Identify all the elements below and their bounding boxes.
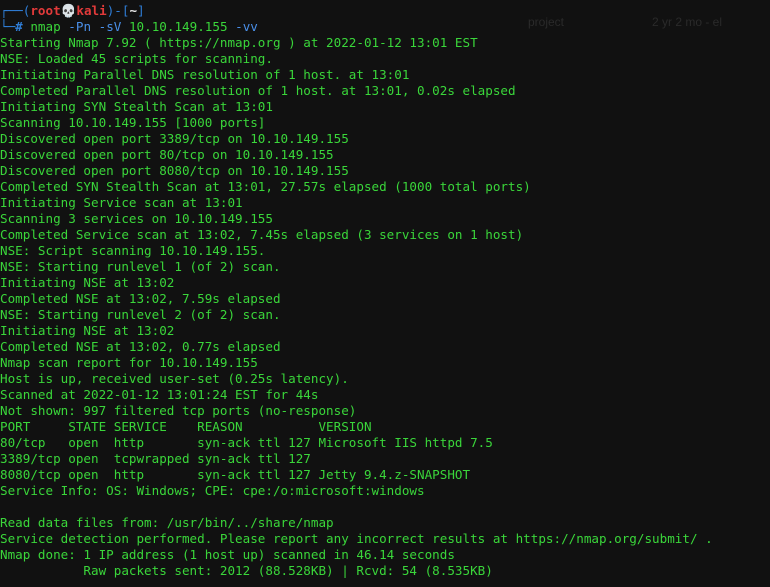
- output-line: Discovered open port 80/tcp on 10.10.149…: [0, 147, 334, 162]
- output-line: Service detection performed. Please repo…: [0, 531, 713, 546]
- command-name: nmap: [30, 19, 61, 34]
- output-line: 80/tcp open http syn-ack ttl 127 Microso…: [0, 435, 493, 450]
- prompt-frame-bottom: └─: [0, 19, 16, 34]
- prompt-hash: #: [15, 19, 31, 34]
- output-line: Initiating NSE at 13:02: [0, 275, 175, 290]
- command-line[interactable]: └─# nmap -Pn -sV 10.10.149.155 -vv: [0, 19, 770, 35]
- output-line: 8080/tcp open http syn-ack ttl 127 Jetty…: [0, 467, 471, 482]
- prompt-separator: )-[: [106, 3, 130, 18]
- skull-icon: 💀: [60, 3, 77, 18]
- output-line: NSE: Script scanning 10.10.149.155.: [0, 243, 266, 258]
- output-line: 3389/tcp open tcpwrapped syn-ack ttl 127: [0, 451, 311, 466]
- output-line: Nmap done: 1 IP address (1 host up) scan…: [0, 547, 455, 562]
- output-line: Discovered open port 8080/tcp on 10.10.1…: [0, 163, 349, 178]
- command-flag: -Pn: [68, 19, 92, 34]
- command-flag: -sV: [98, 19, 122, 34]
- output-line: NSE: Starting runlevel 1 (of 2) scan.: [0, 259, 281, 274]
- output-line: Scanning 3 services on 10.10.149.155: [0, 211, 273, 226]
- output-line: Nmap scan report for 10.10.149.155: [0, 355, 258, 370]
- prompt-user: root: [30, 3, 61, 18]
- terminal-window[interactable]: ┌──(root💀kali)-[~] └─# nmap -Pn -sV 10.1…: [0, 3, 770, 587]
- output-line: PORT STATE SERVICE REASON VERSION: [0, 419, 372, 434]
- output-line: Completed NSE at 13:02, 7.59s elapsed: [0, 291, 281, 306]
- output-line: Initiating NSE at 13:02: [0, 323, 175, 338]
- output-line: Not shown: 997 filtered tcp ports (no-re…: [0, 403, 357, 418]
- output-line: Completed Parallel DNS resolution of 1 h…: [0, 83, 516, 98]
- output-line: Scanned at 2022-01-12 13:01:24 EST for 4…: [0, 387, 319, 402]
- output-line: Initiating Service scan at 13:01: [0, 195, 243, 210]
- output-line: NSE: Loaded 45 scripts for scanning.: [0, 51, 273, 66]
- output-line: Scanning 10.10.149.155 [1000 ports]: [0, 115, 266, 130]
- prompt-host: kali: [76, 3, 107, 18]
- command-flag: -vv: [235, 19, 258, 34]
- output-line: Initiating Parallel DNS resolution of 1 …: [0, 67, 410, 82]
- output-line: Initiating SYN Stealth Scan at 13:01: [0, 99, 273, 114]
- output-line: Host is up, received user-set (0.25s lat…: [0, 371, 349, 386]
- output-line: Raw packets sent: 2012 (88.528KB) | Rcvd…: [0, 563, 493, 578]
- output-line: Read data files from: /usr/bin/../share/…: [0, 515, 334, 530]
- prompt-header: ┌──(root💀kali)-[~]: [0, 3, 770, 19]
- output-line: Completed SYN Stealth Scan at 13:01, 27.…: [0, 179, 531, 194]
- terminal-output: Starting Nmap 7.92 ( https://nmap.org ) …: [0, 35, 770, 579]
- output-line: Completed Service scan at 13:02, 7.45s e…: [0, 227, 524, 242]
- output-line: NSE: Starting runlevel 2 (of 2) scan.: [0, 307, 281, 322]
- output-line: Service Info: OS: Windows; CPE: cpe:/o:m…: [0, 483, 425, 498]
- output-line: Starting Nmap 7.92 ( https://nmap.org ) …: [0, 35, 478, 50]
- prompt-path: ~: [129, 3, 138, 18]
- output-line: Completed NSE at 13:02, 0.77s elapsed: [0, 339, 281, 354]
- prompt-frame-top: ┌──(: [0, 3, 31, 18]
- output-line: Discovered open port 3389/tcp on 10.10.1…: [0, 131, 349, 146]
- command-target: 10.10.149.155: [128, 19, 228, 34]
- prompt-end: ]: [137, 3, 145, 18]
